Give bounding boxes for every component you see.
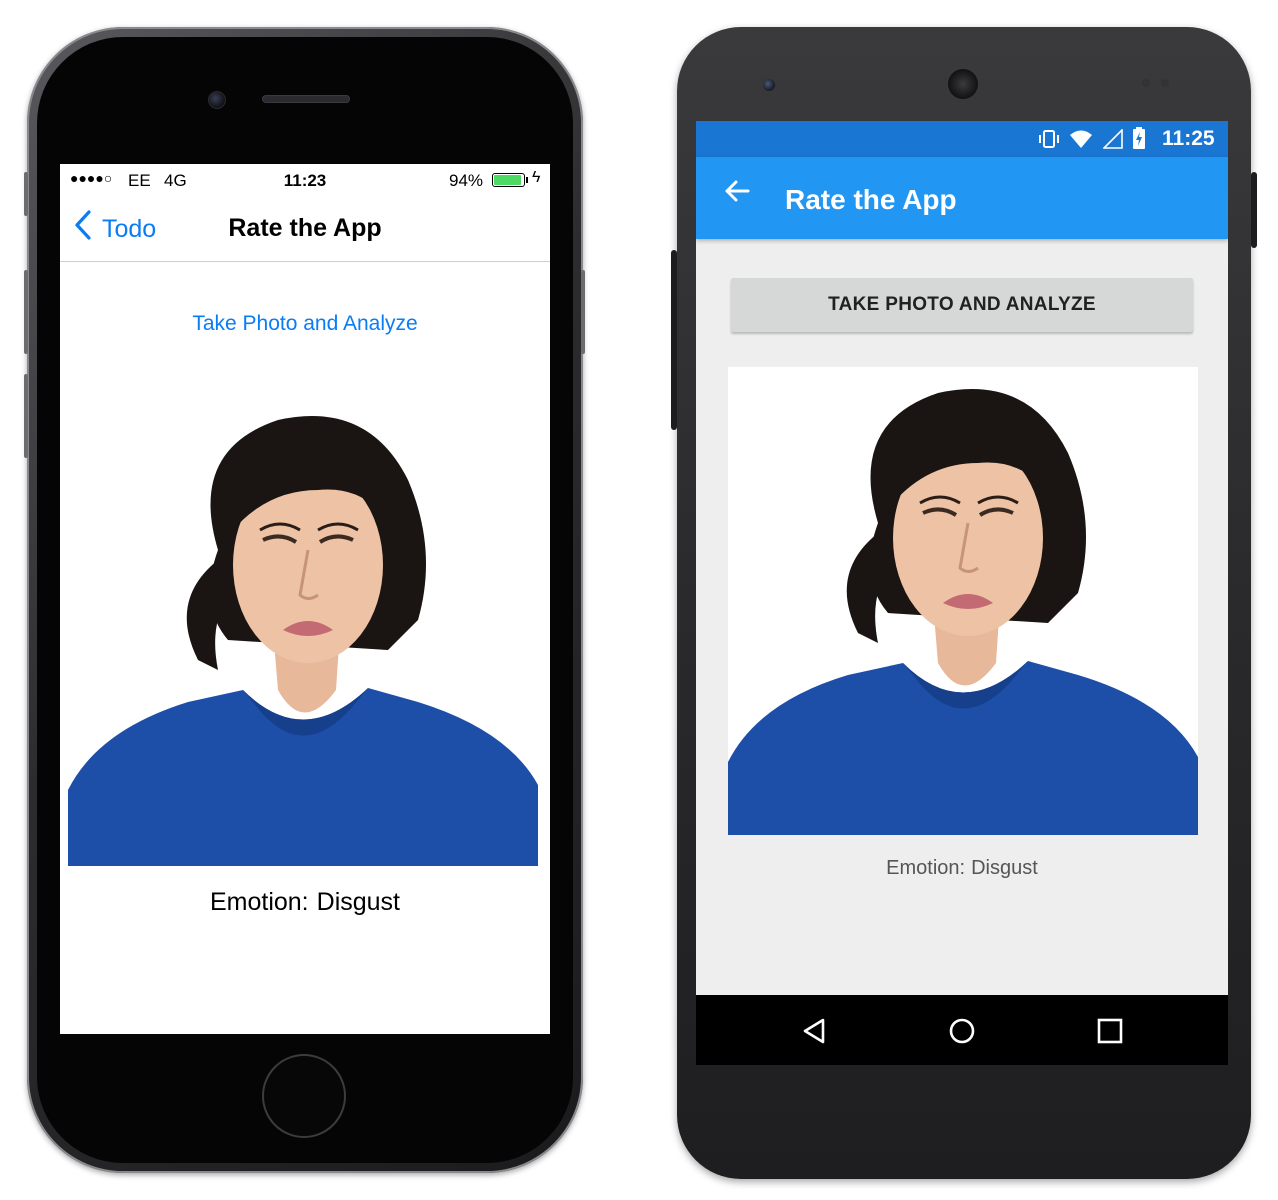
iphone-power-button [581,270,585,354]
battery-tip [526,177,528,183]
iphone-earpiece-speaker [262,95,350,103]
iphone-volume-down-button [24,374,28,458]
take-photo-button[interactable]: TAKE PHOTO AND ANALYZE [731,278,1193,332]
emotion-result: Emotion: Disgust [696,857,1228,880]
android-navigation-bar [696,995,1228,1065]
page-title: Rate the App [785,184,957,215]
android-front-camera [763,79,775,91]
ios-battery-percent: 94% [449,171,484,190]
battery-charging-icon [1132,127,1146,154]
ios-screen: ●●●●○ EE 4G 11:23 94% ϟ Todo Rate the Ap… [60,164,550,1034]
android-status-icons [1038,127,1146,155]
face-photo-illustration [68,390,538,866]
emotion-value: Disgust [971,857,1038,879]
android-status-time: 11:25 [1162,127,1215,150]
analyzed-photo [68,390,538,866]
android-volume-button [671,250,677,430]
recents-icon[interactable] [1096,1017,1124,1045]
emotion-label: Emotion: [886,857,966,879]
charging-bolt-icon: ϟ [532,169,541,186]
android-proximity-sensor [1142,79,1150,87]
iphone-front-camera [208,91,226,109]
battery-icon [492,173,525,187]
signal-icon [1101,128,1132,154]
take-photo-button[interactable]: Take Photo and Analyze [60,312,550,336]
arrow-back-icon[interactable] [724,179,750,209]
android-power-button [1251,172,1257,248]
wifi-icon [1069,130,1102,154]
iphone-volume-up-button [24,270,28,354]
face-photo-illustration [728,367,1198,835]
analyzed-photo [728,367,1198,835]
ios-status-bar: ●●●●○ EE 4G 11:23 94% ϟ [60,164,550,196]
android-app-bar: Rate the App [696,157,1228,239]
emotion-result: Emotion: Disgust [60,888,550,917]
android-screen: 11:25 Rate the App TAKE PHOTO AND ANALYZ… [696,121,1228,1065]
vibrate-icon [1038,130,1069,154]
ios-navigation-bar: Todo Rate the App [60,196,550,262]
iphone-mute-switch [24,172,28,216]
iphone-home-button[interactable] [262,1054,346,1138]
battery-fill [494,175,522,185]
home-icon[interactable] [948,1017,976,1045]
android-light-sensor [1161,79,1169,87]
back-icon[interactable] [800,1017,828,1045]
page-title: Rate the App [228,214,382,242]
emotion-label: Emotion: [209,888,309,916]
android-status-bar: 11:25 [696,121,1228,157]
android-earpiece-speaker [948,69,978,99]
emotion-value: Disgust [316,888,401,916]
